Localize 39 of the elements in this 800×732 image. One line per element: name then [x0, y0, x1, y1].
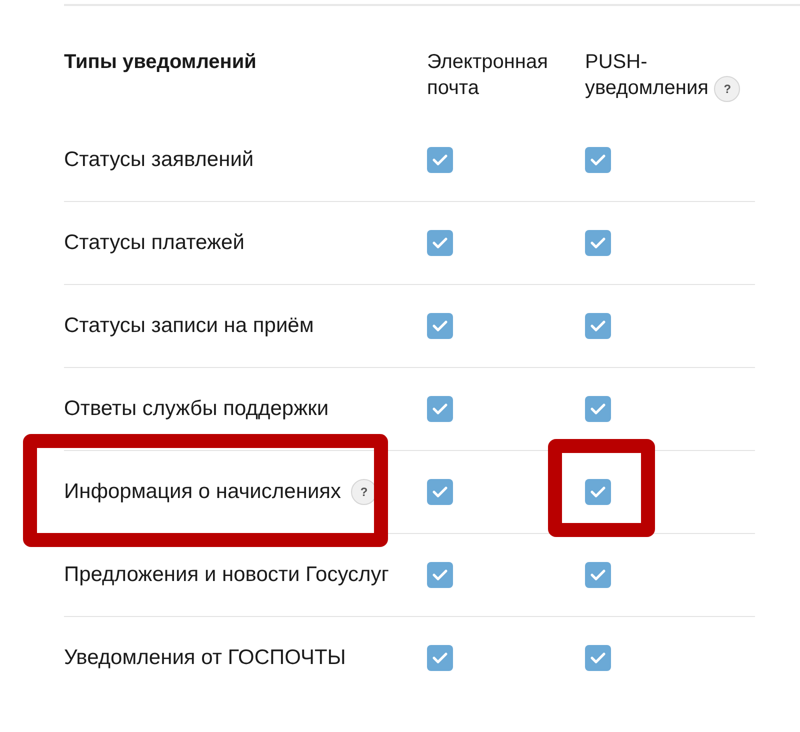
row-label: Ответы службы поддержки: [64, 396, 329, 422]
column-heading: Типы уведомлений: [64, 50, 258, 75]
check-icon: [590, 154, 606, 166]
checkbox[interactable]: [427, 645, 453, 671]
checkbox[interactable]: [427, 479, 453, 505]
row-label: Статусы заявлений: [64, 146, 254, 173]
checkbox[interactable]: [427, 146, 453, 172]
checkbox[interactable]: [585, 146, 611, 172]
check-icon: [590, 486, 606, 498]
check-icon: [432, 320, 448, 332]
checkbox[interactable]: [585, 562, 611, 588]
check-icon: [590, 403, 606, 415]
checkbox[interactable]: [427, 396, 453, 422]
check-icon: [590, 320, 606, 332]
column-heading: PUSH-уведомления: [585, 51, 708, 99]
check-icon: [432, 403, 448, 415]
checkbox[interactable]: [585, 645, 611, 671]
checkbox[interactable]: [427, 562, 453, 588]
column-heading: Электронная почта: [427, 50, 549, 101]
check-icon: [432, 652, 448, 664]
check-icon: [590, 237, 606, 249]
checkbox[interactable]: [585, 230, 611, 256]
checkbox[interactable]: [427, 230, 453, 256]
check-icon: [432, 569, 448, 581]
checkbox[interactable]: [585, 313, 611, 339]
checkbox[interactable]: [427, 313, 453, 339]
row-label: Предложения и новости Госуслуг: [64, 562, 389, 588]
check-icon: [590, 652, 606, 664]
row-label: Статусы записи на приём: [64, 313, 314, 340]
check-icon: [432, 486, 448, 498]
row-label: Статусы платежей: [64, 230, 244, 256]
checkbox[interactable]: [585, 479, 611, 505]
check-icon: [432, 154, 448, 166]
row-label: Уведомления от ГОСПОЧТЫ: [64, 645, 346, 672]
row-label: Информация о начислениях: [64, 479, 342, 506]
check-icon: [432, 237, 448, 249]
check-icon: [590, 569, 606, 581]
checkbox[interactable]: [585, 396, 611, 422]
help-button[interactable]: ?: [714, 76, 740, 102]
